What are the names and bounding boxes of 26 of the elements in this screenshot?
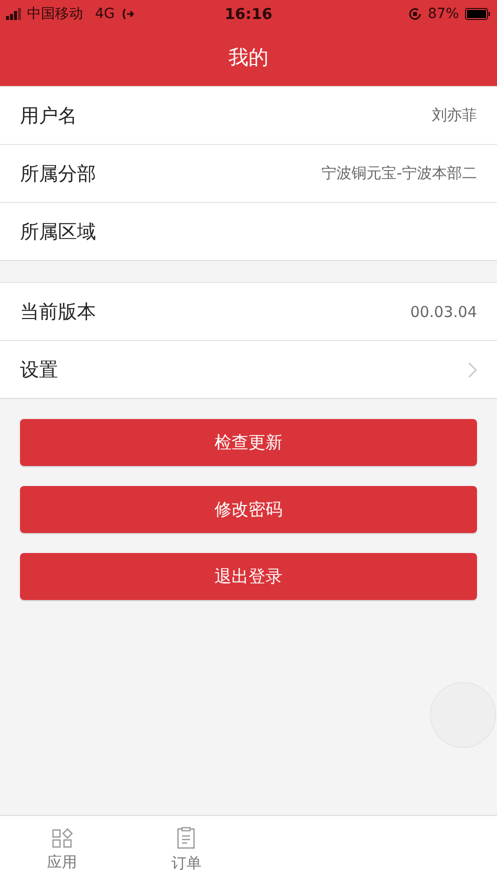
row-value: 宁波铜元宝-宁波本部二: [322, 164, 477, 183]
action-button[interactable]: 退出登录: [20, 553, 477, 600]
action-button[interactable]: 检查更新: [20, 419, 477, 466]
row-label: 用户名: [20, 104, 77, 128]
row-label: 当前版本: [20, 300, 96, 324]
carrier-name: 中国移动: [27, 5, 83, 23]
action-button[interactable]: 修改密码: [20, 486, 477, 533]
settings-row[interactable]: 设置: [0, 340, 497, 398]
clipboard-icon: [177, 826, 196, 848]
chevron-right-icon: [468, 362, 477, 378]
row-value: 00.03.04: [410, 302, 477, 320]
signal-icon: [6, 8, 21, 20]
row-label: 设置: [20, 358, 58, 382]
row-value: 刘亦菲: [432, 106, 477, 125]
rotation-lock-icon: [408, 7, 422, 21]
row-label: 所属分部: [20, 162, 96, 186]
tab-item[interactable]: 应用: [0, 816, 124, 883]
row-label: 所属区域: [20, 220, 96, 244]
status-time: 16:16: [224, 5, 272, 23]
network-type: 4G: [95, 6, 115, 22]
tab-item[interactable]: 订单: [124, 816, 248, 883]
page-title: 我的: [228, 44, 268, 70]
battery-icon: [465, 8, 491, 20]
battery-percent: 87%: [428, 6, 459, 22]
call-forward-icon: [120, 8, 134, 20]
grid-icon: [52, 828, 73, 848]
